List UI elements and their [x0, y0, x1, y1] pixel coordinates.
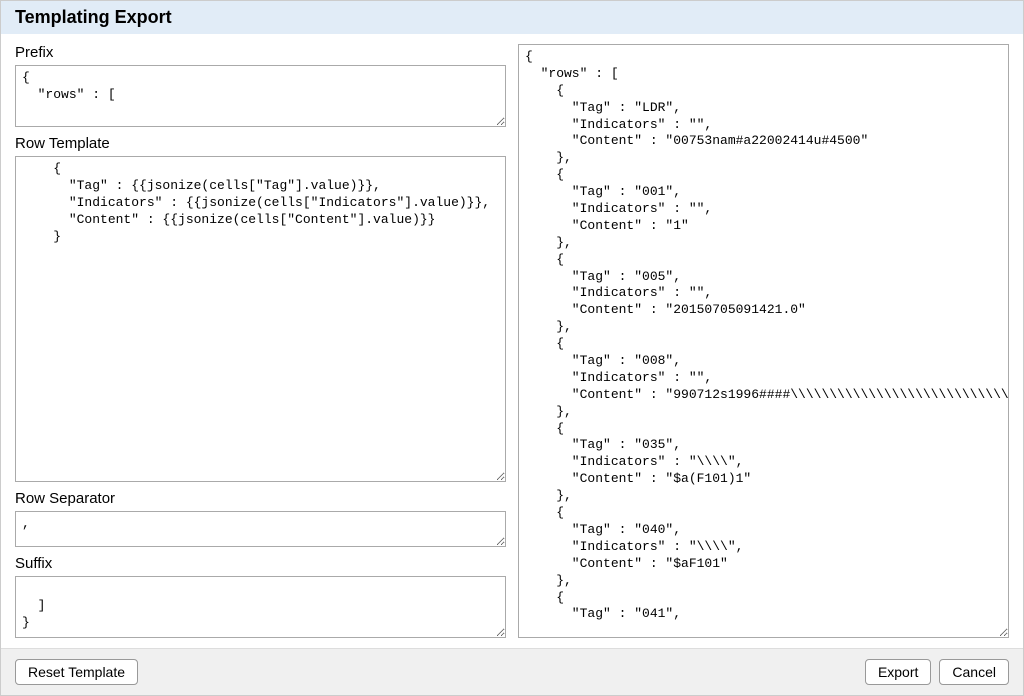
prefix-textarea[interactable]	[15, 65, 506, 127]
suffix-textarea[interactable]	[15, 576, 506, 638]
preview-output[interactable]: { "rows" : [ { "Tag" : "LDR", "Indicator…	[518, 44, 1009, 638]
row-separator-label: Row Separator	[15, 490, 506, 507]
row-template-textarea[interactable]	[15, 156, 506, 482]
cancel-button[interactable]: Cancel	[939, 659, 1009, 685]
reset-template-button[interactable]: Reset Template	[15, 659, 138, 685]
prefix-label: Prefix	[15, 44, 506, 61]
dialog-title: Templating Export	[1, 1, 1023, 34]
export-button[interactable]: Export	[865, 659, 931, 685]
dialog-footer: Reset Template Export Cancel	[1, 648, 1023, 695]
preview-pane: { "rows" : [ { "Tag" : "LDR", "Indicator…	[518, 44, 1009, 638]
row-template-label: Row Template	[15, 135, 506, 152]
templating-export-dialog: Templating Export Prefix Row Template Ro…	[0, 0, 1024, 696]
suffix-label: Suffix	[15, 555, 506, 572]
row-separator-textarea[interactable]	[15, 511, 506, 547]
dialog-content: Prefix Row Template Row Separator Suffix…	[1, 34, 1023, 648]
template-form: Prefix Row Template Row Separator Suffix	[15, 44, 506, 638]
